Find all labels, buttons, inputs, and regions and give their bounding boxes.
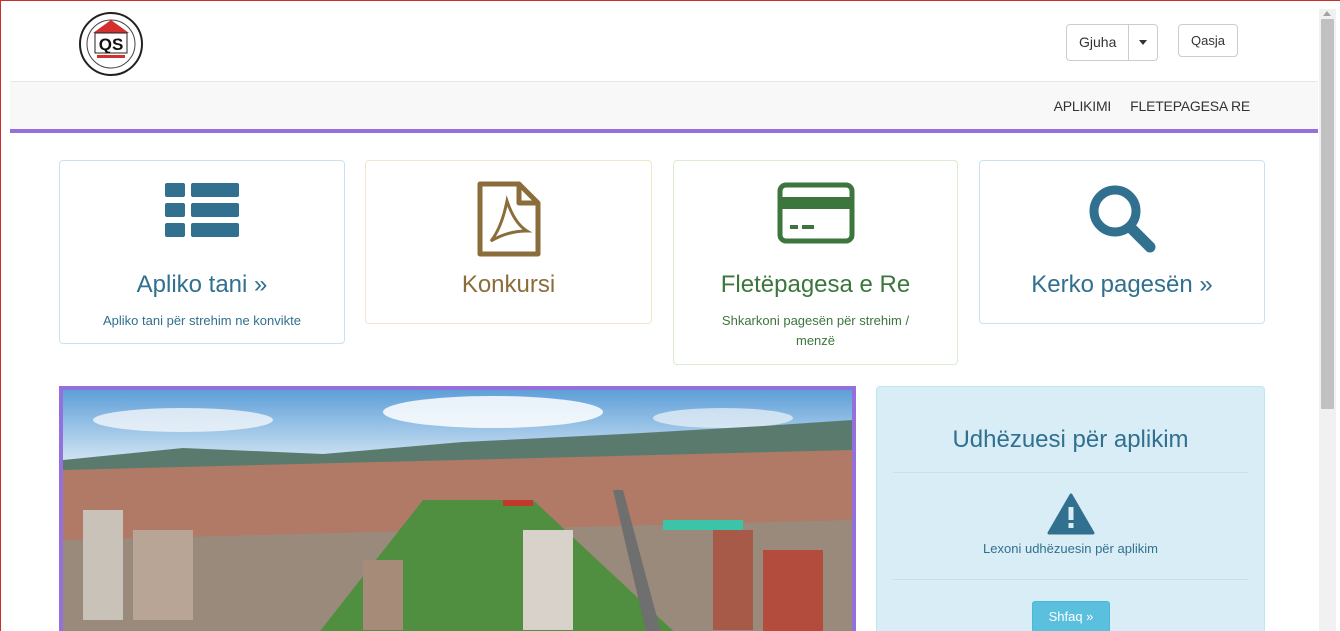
main-navbar: APLIKIMI FLETEPAGESA RE (10, 81, 1318, 133)
tile-title[interactable]: Fletëpagesa e Re (674, 271, 957, 299)
city-aerial-photo (59, 386, 856, 631)
warning-icon (1047, 493, 1095, 540)
scroll-up-arrow-icon[interactable] (1323, 11, 1331, 16)
nav-links: APLIKIMI FLETEPAGESA RE (1054, 82, 1251, 130)
nav-link-fletepagesa[interactable]: FLETEPAGESA RE (1130, 98, 1250, 114)
tile-subtitle: Apliko tani për strehim ne konvikte (103, 313, 301, 328)
nav-link-aplikimi[interactable]: APLIKIMI (1054, 98, 1112, 114)
pdf-file-icon (477, 181, 541, 262)
guide-title: Udhëzuesi për aplikim (952, 426, 1189, 453)
guide-text: Lexoni udhëzuesin për aplikim (983, 541, 1158, 556)
list-icon (165, 181, 239, 246)
credit-card-icon (777, 181, 855, 250)
tile-new-payment-slip[interactable]: Fletëpagesa e Re Shkarkoni pagesën për s… (673, 160, 958, 365)
tile-search-payment[interactable]: Kerko pagesën » (979, 160, 1265, 324)
tile-title[interactable]: Konkursi (366, 271, 651, 299)
chevron-down-icon[interactable] (1129, 25, 1157, 60)
top-header: QS Gjuha Qasja (10, 9, 1318, 81)
application-guide-panel: Udhëzuesi për aplikim Lexoni udhëzuesin … (876, 386, 1265, 631)
tile-apply-now[interactable]: Apliko tani » Apliko tani për strehim ne… (59, 160, 345, 344)
divider (893, 579, 1248, 580)
show-guide-button[interactable]: Shfaq » (1032, 601, 1110, 631)
divider (893, 472, 1248, 473)
tile-subtitle: Shkarkoni pagesën për strehim / menzë (721, 313, 910, 348)
language-dropdown[interactable]: Gjuha (1066, 24, 1159, 61)
language-button[interactable]: Gjuha (1067, 25, 1130, 60)
search-icon (1087, 181, 1157, 258)
login-button[interactable]: Qasja (1178, 24, 1238, 57)
site-logo[interactable]: QS (71, 11, 152, 78)
scrollbar-thumb[interactable] (1321, 19, 1334, 409)
page-scrollbar[interactable] (1319, 9, 1336, 631)
svg-text:QS: QS (99, 35, 124, 54)
tile-title[interactable]: Apliko tani » (60, 271, 344, 299)
tile-konkursi[interactable]: Konkursi (365, 160, 652, 324)
tile-title[interactable]: Kerko pagesën » (980, 271, 1264, 299)
